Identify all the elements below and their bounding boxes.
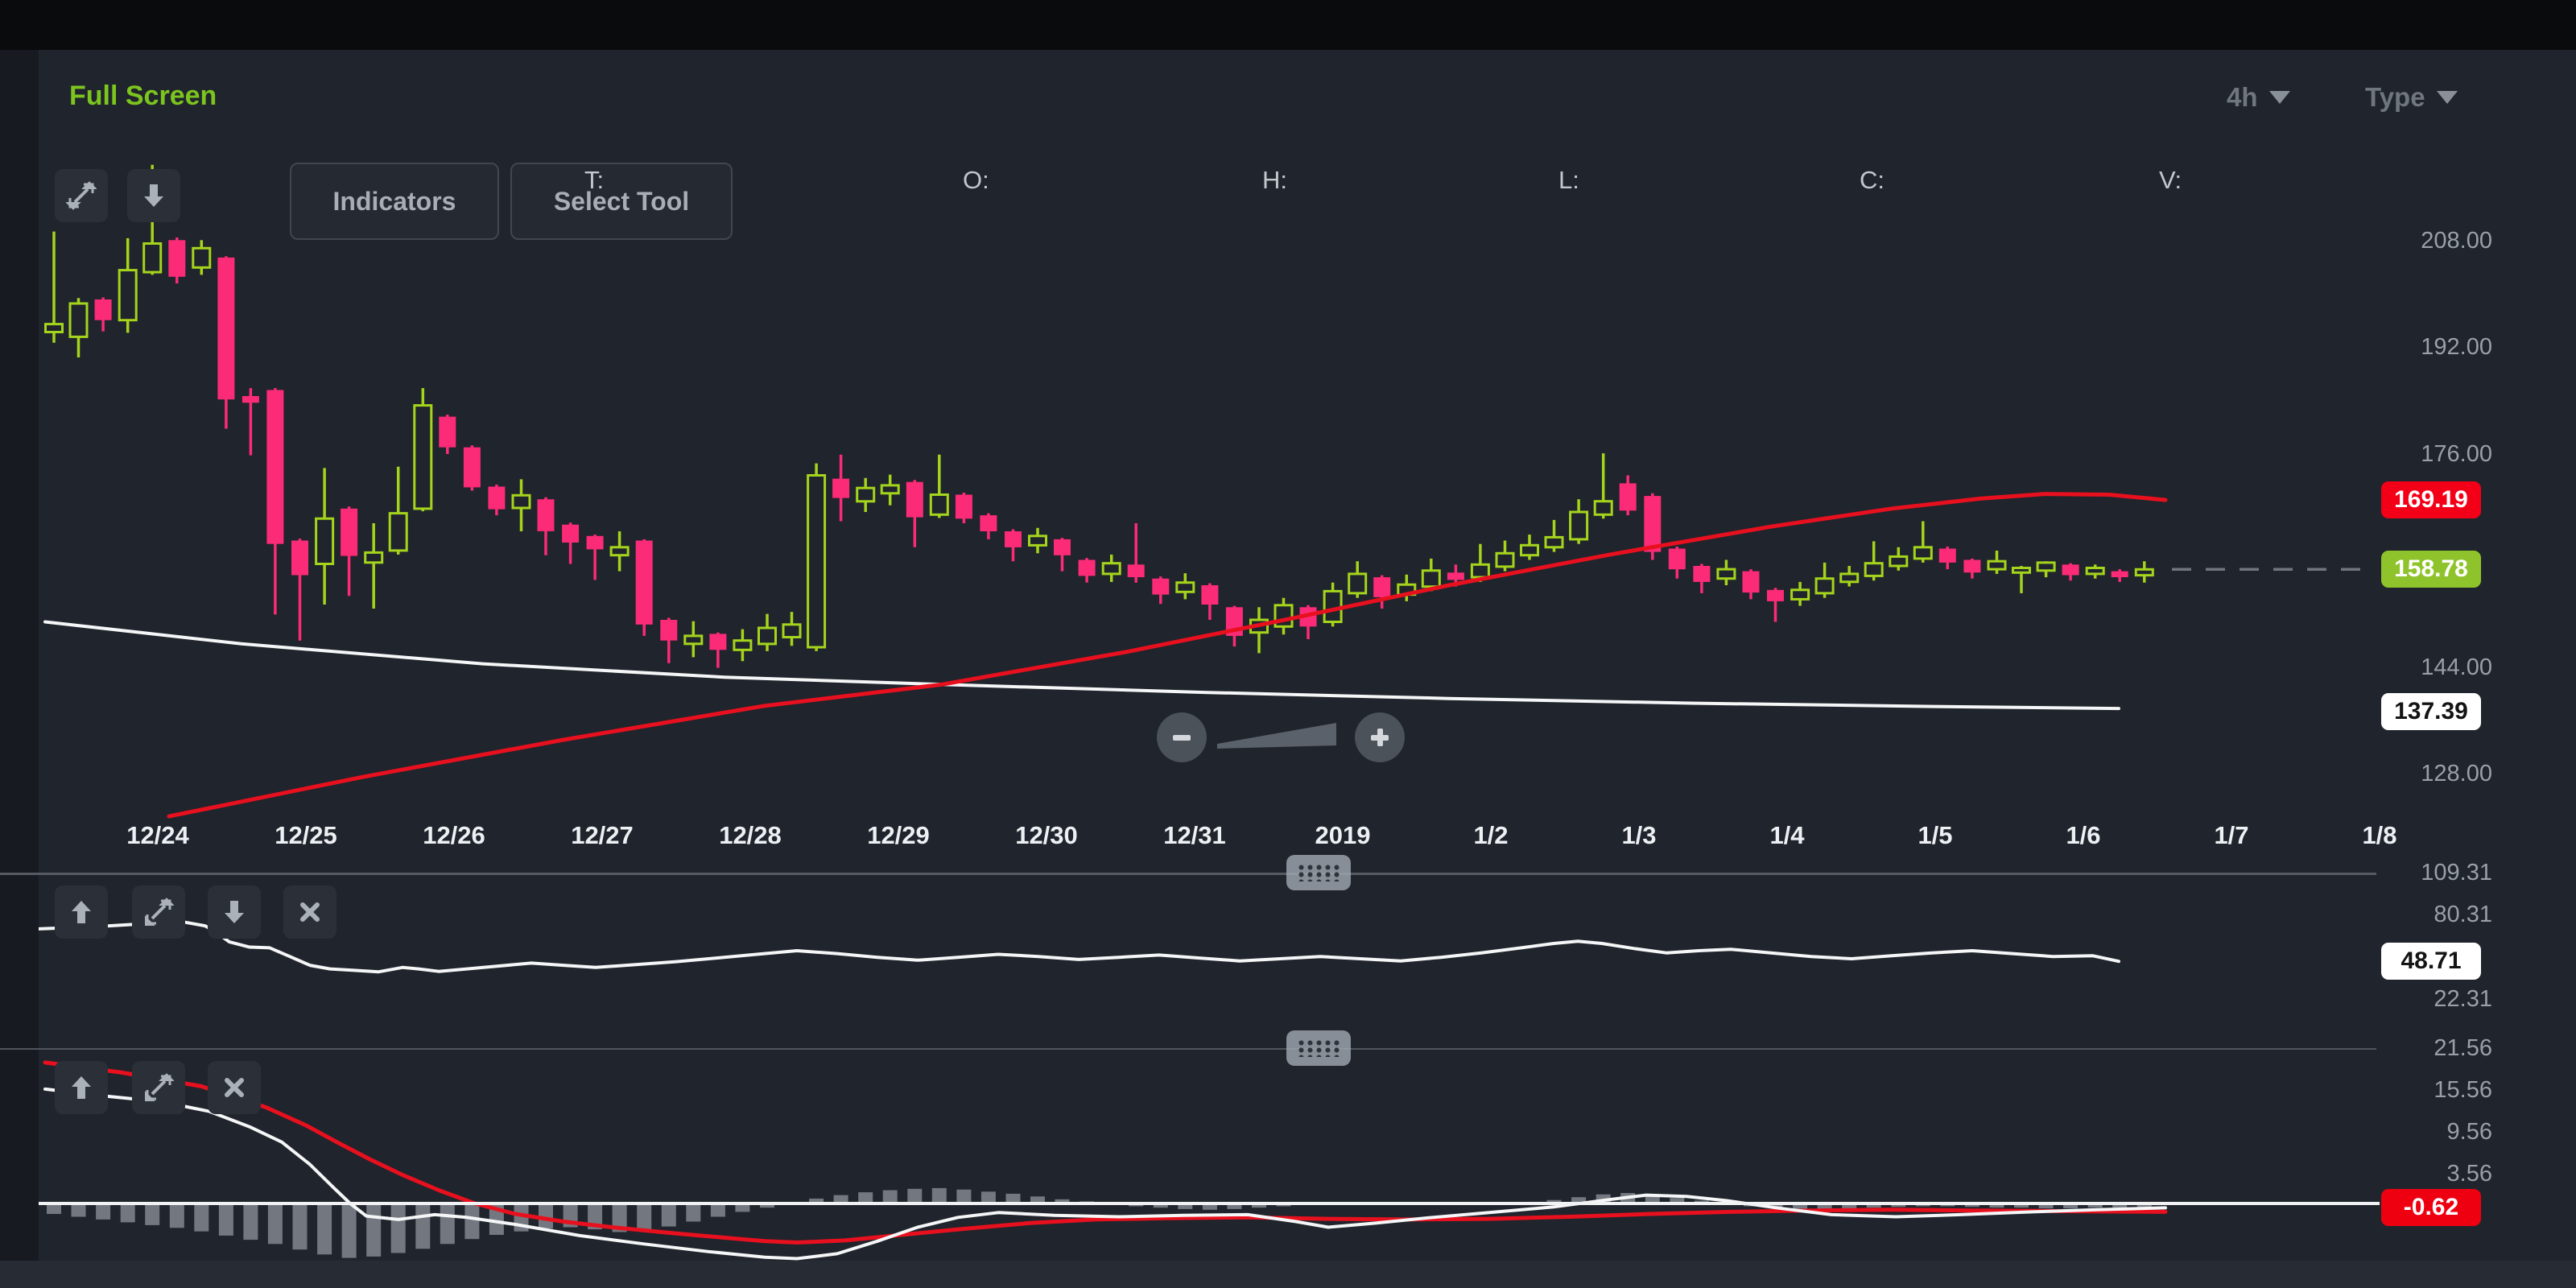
price-axis-label: 80.31 [2355,902,2492,928]
price-badge: -0.62 [2381,1189,2481,1226]
date-axis-label: 2019 [1286,821,1399,850]
price-badge: 48.71 [2381,943,2481,980]
date-axis-label: 12/29 [842,821,955,850]
indicators-button[interactable]: Indicators [290,163,499,240]
arrow-down-icon [220,898,249,927]
interval-value: 4h [2227,82,2258,113]
ohlc-open-label: O: [963,166,989,195]
date-axis-label: 1/6 [2027,821,2140,850]
expand-chart-button[interactable] [55,169,108,222]
date-axis-label: 1/7 [2175,821,2288,850]
close-icon [221,1075,247,1100]
price-axis-label: 22.31 [2355,986,2492,1013]
expand-icon [143,897,174,927]
price-axis-label: 192.00 [2355,334,2492,361]
expand-icon [143,1072,174,1103]
ohlc-volume-label: V: [2159,166,2182,195]
arrow-up-icon [67,1073,96,1102]
chevron-down-icon [2437,91,2458,104]
interval-dropdown[interactable]: 4h [2227,82,2290,113]
price-axis-label: 15.56 [2355,1077,2492,1104]
date-axis-label: 1/3 [1583,821,1695,850]
date-axis-label: 12/25 [250,821,362,850]
ohlc-low-label: L: [1558,166,1579,195]
price-axis-label: 144.00 [2355,654,2492,681]
price-axis-label: 3.56 [2355,1161,2492,1187]
macd-panel-move-up-button[interactable] [55,1061,108,1114]
date-axis-label: 12/30 [990,821,1103,850]
price-badge: 158.78 [2381,551,2481,588]
plus-icon [1366,724,1393,751]
panel-divider-2 [0,1048,2376,1050]
price-axis-label: 176.00 [2355,441,2492,468]
panel-divider-1 [0,873,2376,875]
zoom-out-button[interactable] [1157,712,1207,762]
price-axis-label: 9.56 [2355,1119,2492,1146]
expand-icon [66,180,97,211]
price-axis-label: 208.00 [2355,228,2492,254]
ohlc-high-label: H: [1262,166,1287,195]
minus-icon [1168,724,1195,751]
move-panel-down-button[interactable] [127,169,180,222]
arrow-down-icon [139,181,168,210]
price-axis-label: 109.31 [2355,860,2492,886]
date-axis-label: 1/2 [1435,821,1547,850]
top-black-bar [0,0,2576,50]
close-icon [297,899,323,925]
chart-type-dropdown[interactable]: Type [2365,82,2458,113]
price-axis-label: 128.00 [2355,761,2492,787]
date-axis-label: 1/8 [2323,821,2436,850]
bottom-strip [0,1261,2576,1288]
date-axis-label: 12/27 [546,821,658,850]
osc-panel-move-up-button[interactable] [55,886,108,939]
ohlc-close-label: C: [1860,166,1885,195]
panel-resize-handle-2[interactable] [1286,1030,1351,1066]
arrow-up-icon [67,898,96,927]
left-edge-strip [0,50,39,1288]
zoom-in-button[interactable] [1355,712,1405,762]
price-badge: 169.19 [2381,481,2481,518]
date-axis-label: 12/26 [398,821,510,850]
macd-panel-close-button[interactable] [208,1061,261,1114]
date-axis-label: 12/24 [101,821,214,850]
date-axis-label: 1/4 [1731,821,1843,850]
date-axis-label: 1/5 [1879,821,1992,850]
osc-panel-expand-button[interactable] [132,886,185,939]
osc-panel-close-button[interactable] [283,886,336,939]
osc-panel-move-down-button[interactable] [208,886,261,939]
date-axis-label: 12/28 [694,821,807,850]
price-badge: 137.39 [2381,693,2481,730]
full-screen-link[interactable]: Full Screen [69,80,217,112]
chevron-down-icon [2269,91,2290,104]
chart-type-label: Type [2365,82,2425,113]
date-axis-label: 12/31 [1138,821,1251,850]
macd-panel-expand-button[interactable] [132,1061,185,1114]
panel-resize-handle-1[interactable] [1286,855,1351,890]
select-tool-button[interactable]: Select Tool [510,163,733,240]
ohlc-time-label: T: [584,166,604,195]
trading-chart-app: Full Screen 4h Type Indicators Select To… [0,0,2576,1288]
price-axis-label: 21.56 [2355,1035,2492,1062]
